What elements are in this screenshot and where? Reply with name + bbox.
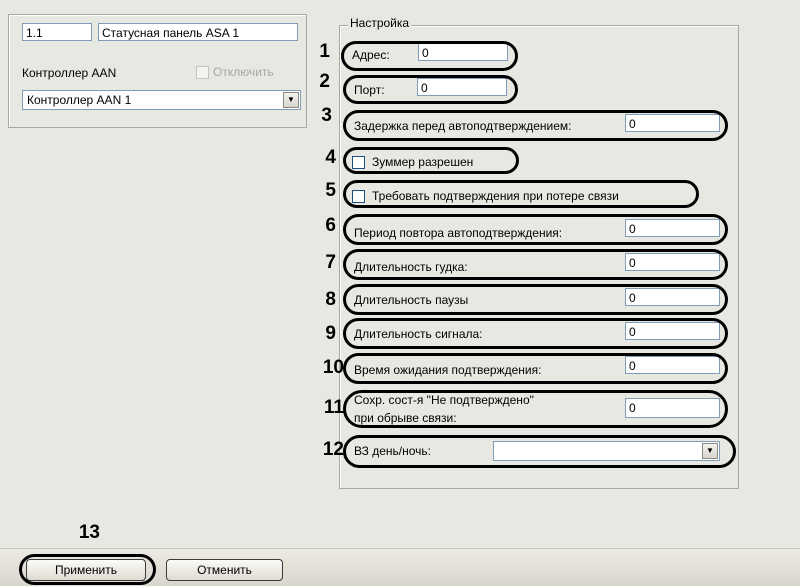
marker-7: 7 [325,252,336,273]
marker-5: 5 [325,180,336,201]
marker-4: 4 [325,147,336,168]
repeat-period-label: Период повтора автоподтверждения: [354,226,563,240]
address-label: Адрес: [352,48,390,62]
marker-10: 10 [322,357,344,378]
beep-duration-input[interactable]: 0 [625,253,720,271]
buzzer-label: Зуммер разрешен [372,155,474,169]
address-input[interactable]: 0 [418,43,508,61]
cancel-button[interactable]: Отменить [166,559,283,581]
chevron-down-icon[interactable]: ▼ [283,92,299,108]
require-confirm-label: Требовать подтверждения при потере связи [372,189,619,203]
marker-13: 13 [78,522,100,543]
marker-6: 6 [325,215,336,236]
marker-1: 1 [319,41,330,62]
disable-checkbox[interactable] [196,66,209,79]
port-label: Порт: [354,83,385,97]
controller-label: Контроллер AAN [22,66,117,80]
pause-duration-input[interactable]: 0 [625,288,720,306]
save-state-label-line1: Сохр. сост-я "Не подтверждено" [354,393,534,407]
require-confirm-checkbox[interactable] [352,190,365,203]
marker-12: 12 [322,439,344,460]
autoconfirm-delay-label: Задержка перед автоподтверждением: [354,119,572,133]
pause-duration-label: Длительность паузы [354,293,469,307]
marker-2: 2 [319,71,330,92]
signal-duration-input[interactable]: 0 [625,322,720,340]
port-input[interactable]: 0 [417,78,507,96]
settings-panel: 1.1 Статусная панель ASA 1 Контроллер AA… [0,0,800,548]
apply-button[interactable]: Применить [26,559,146,581]
controller-select[interactable]: Контроллер AAN 1 ▼ [22,90,301,110]
controller-select-value: Контроллер AAN 1 [27,93,132,107]
repeat-period-input[interactable]: 0 [625,219,720,237]
buzzer-checkbox[interactable] [352,156,365,169]
vz-day-night-select[interactable]: ▼ [493,441,720,461]
disable-label: Отключить [213,65,274,79]
confirm-wait-label: Время ожидания подтверждения: [354,363,542,377]
confirm-wait-input[interactable]: 0 [625,356,720,374]
marker-3: 3 [321,105,332,126]
chevron-down-icon[interactable]: ▼ [702,443,718,459]
beep-duration-label: Длительность гудка: [354,260,468,274]
marker-9: 9 [325,323,336,344]
autoconfirm-delay-input[interactable]: 0 [625,114,720,132]
save-state-label-line2: при обрыве связи: [354,411,457,425]
settings-group-title: Настройка [348,16,412,30]
signal-duration-label: Длительность сигнала: [354,327,483,341]
vz-day-night-label: ВЗ день/ночь: [354,444,431,458]
save-state-input[interactable]: 0 [625,398,720,418]
marker-11: 11 [323,397,344,418]
object-id-field[interactable]: 1.1 [22,23,92,41]
marker-8: 8 [325,289,336,310]
object-name-field[interactable]: Статусная панель ASA 1 [98,23,298,41]
